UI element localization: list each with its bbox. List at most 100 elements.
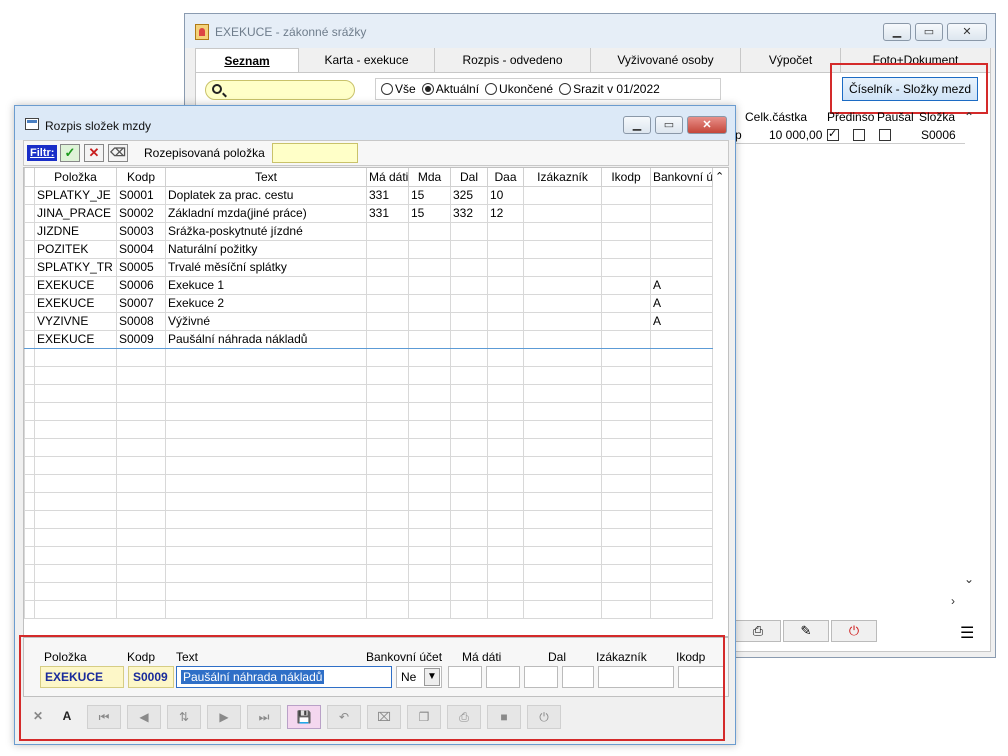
col-kodp[interactable]: Kodp bbox=[116, 168, 166, 187]
table-cell[interactable] bbox=[450, 419, 488, 439]
table-cell[interactable] bbox=[165, 545, 367, 565]
tab-seznam[interactable]: Seznam bbox=[195, 48, 299, 72]
table-cell[interactable] bbox=[366, 329, 409, 349]
table-cell[interactable] bbox=[116, 419, 166, 439]
table-cell[interactable] bbox=[523, 599, 602, 619]
grid-vertical-scrollbar[interactable]: ⌃ bbox=[712, 168, 728, 636]
hamburger-menu-icon[interactable]: ☰ bbox=[960, 623, 974, 643]
table-cell[interactable] bbox=[408, 311, 451, 331]
table-cell[interactable] bbox=[601, 509, 651, 529]
table-cell[interactable]: POZITEK bbox=[34, 239, 117, 259]
table-cell[interactable] bbox=[601, 311, 651, 331]
extra-checkbox[interactable] bbox=[853, 129, 865, 141]
tab-vyzivovane-osoby[interactable]: Vyživované osoby bbox=[591, 48, 741, 72]
col-daa[interactable]: Daa bbox=[487, 168, 524, 187]
table-cell[interactable] bbox=[523, 311, 602, 331]
table-cell[interactable] bbox=[450, 221, 488, 241]
table-cell[interactable] bbox=[450, 473, 488, 493]
table-cell[interactable] bbox=[601, 581, 651, 601]
table-row[interactable]: JINA_PRACE S0002 Základní mzda(jiné práce)… bbox=[24, 203, 713, 223]
stop-icon[interactable]: ■ bbox=[487, 705, 521, 729]
table-cell[interactable] bbox=[450, 491, 488, 511]
table-cell[interactable] bbox=[523, 221, 602, 241]
bankovni-ucet-select[interactable]: Ne ▼ bbox=[396, 666, 442, 688]
search-input[interactable] bbox=[205, 80, 355, 100]
table-cell[interactable] bbox=[523, 347, 602, 367]
table-cell[interactable] bbox=[408, 545, 451, 565]
tab-rozpis-odvedeno[interactable]: Rozpis - odvedeno bbox=[435, 48, 591, 72]
table-cell[interactable]: S0009 bbox=[116, 329, 166, 349]
table-cell[interactable] bbox=[601, 293, 651, 313]
table-cell[interactable]: S0006 bbox=[116, 275, 166, 295]
table-cell[interactable] bbox=[523, 491, 602, 511]
table-cell[interactable] bbox=[650, 239, 713, 259]
table-cell[interactable]: Paušální náhrada nákladů bbox=[165, 329, 367, 349]
tab-karta-exekuce[interactable]: Karta - exekuce bbox=[299, 48, 435, 72]
table-row[interactable]: SPLATKY_TR S0005 Trvalé měsíční splátky bbox=[24, 257, 713, 277]
table-cell[interactable] bbox=[523, 527, 602, 547]
table-cell[interactable] bbox=[487, 527, 524, 547]
table-cell[interactable] bbox=[116, 527, 166, 547]
table-cell[interactable]: Srážka-poskytnuté jízdné bbox=[165, 221, 367, 241]
table-cell[interactable] bbox=[601, 239, 651, 259]
table-cell[interactable]: 15 bbox=[408, 203, 451, 223]
rozpisovana-input[interactable] bbox=[272, 143, 358, 163]
table-cell[interactable] bbox=[366, 383, 409, 403]
scroll-up-icon[interactable]: ⌃ bbox=[715, 170, 724, 183]
table-cell[interactable] bbox=[487, 599, 524, 619]
exekuce-vertical-scrollbar[interactable]: ⌃ ⌄ bbox=[961, 110, 979, 588]
table-cell[interactable]: A bbox=[650, 293, 713, 313]
radio-vse[interactable]: Vše bbox=[381, 82, 416, 96]
table-cell[interactable] bbox=[408, 383, 451, 403]
table-cell[interactable] bbox=[408, 563, 451, 583]
table-cell[interactable]: Výživné bbox=[165, 311, 367, 331]
table-cell[interactable] bbox=[601, 221, 651, 241]
table-cell[interactable]: SPLATKY_TR bbox=[34, 257, 117, 277]
table-cell[interactable] bbox=[116, 491, 166, 511]
table-cell[interactable] bbox=[34, 545, 117, 565]
maximize-button[interactable]: ▭ bbox=[655, 116, 683, 134]
table-cell[interactable] bbox=[116, 437, 166, 457]
table-cell[interactable] bbox=[165, 563, 367, 583]
radio-ukoncene[interactable]: Ukončené bbox=[485, 82, 553, 96]
table-cell[interactable] bbox=[523, 257, 602, 277]
table-row[interactable] bbox=[24, 509, 713, 529]
table-cell[interactable] bbox=[601, 455, 651, 475]
table-cell[interactable] bbox=[165, 365, 367, 385]
radio-aktualni[interactable]: Aktuální bbox=[421, 82, 479, 96]
scroll-right-icon[interactable]: › bbox=[951, 594, 955, 608]
close-button[interactable]: ✕ bbox=[947, 23, 987, 41]
table-cell[interactable] bbox=[601, 365, 651, 385]
table-cell[interactable] bbox=[366, 563, 409, 583]
chevron-down-icon[interactable]: ▼ bbox=[424, 668, 440, 686]
table-cell[interactable] bbox=[650, 203, 713, 223]
table-cell[interactable]: S0008 bbox=[116, 311, 166, 331]
print-icon[interactable]: ⎙ bbox=[447, 705, 481, 729]
table-cell[interactable] bbox=[116, 581, 166, 601]
table-row[interactable] bbox=[24, 527, 713, 547]
izakaznik-field[interactable] bbox=[598, 666, 674, 688]
table-cell[interactable] bbox=[34, 563, 117, 583]
table-cell[interactable] bbox=[650, 437, 713, 457]
table-cell[interactable] bbox=[650, 221, 713, 241]
table-cell[interactable] bbox=[450, 563, 488, 583]
table-cell[interactable] bbox=[487, 401, 524, 421]
table-cell[interactable] bbox=[366, 239, 409, 259]
table-cell[interactable]: S0007 bbox=[116, 293, 166, 313]
table-cell[interactable]: 332 bbox=[450, 203, 488, 223]
table-cell[interactable] bbox=[165, 527, 367, 547]
table-cell[interactable] bbox=[650, 455, 713, 475]
table-cell[interactable] bbox=[523, 329, 602, 349]
table-cell[interactable]: Exekuce 1 bbox=[165, 275, 367, 295]
next-record-icon[interactable]: ▶ bbox=[207, 705, 241, 729]
print-icon[interactable]: ⎙ bbox=[735, 620, 781, 642]
table-cell[interactable]: 331 bbox=[366, 185, 409, 205]
table-cell[interactable] bbox=[601, 203, 651, 223]
table-cell[interactable]: S0002 bbox=[116, 203, 166, 223]
kodp-field[interactable]: S0009 bbox=[128, 666, 174, 688]
minimize-button[interactable]: ▁ bbox=[883, 23, 911, 41]
table-cell[interactable] bbox=[366, 545, 409, 565]
table-cell[interactable]: 10 bbox=[487, 185, 524, 205]
table-cell[interactable] bbox=[601, 275, 651, 295]
table-cell[interactable] bbox=[450, 437, 488, 457]
